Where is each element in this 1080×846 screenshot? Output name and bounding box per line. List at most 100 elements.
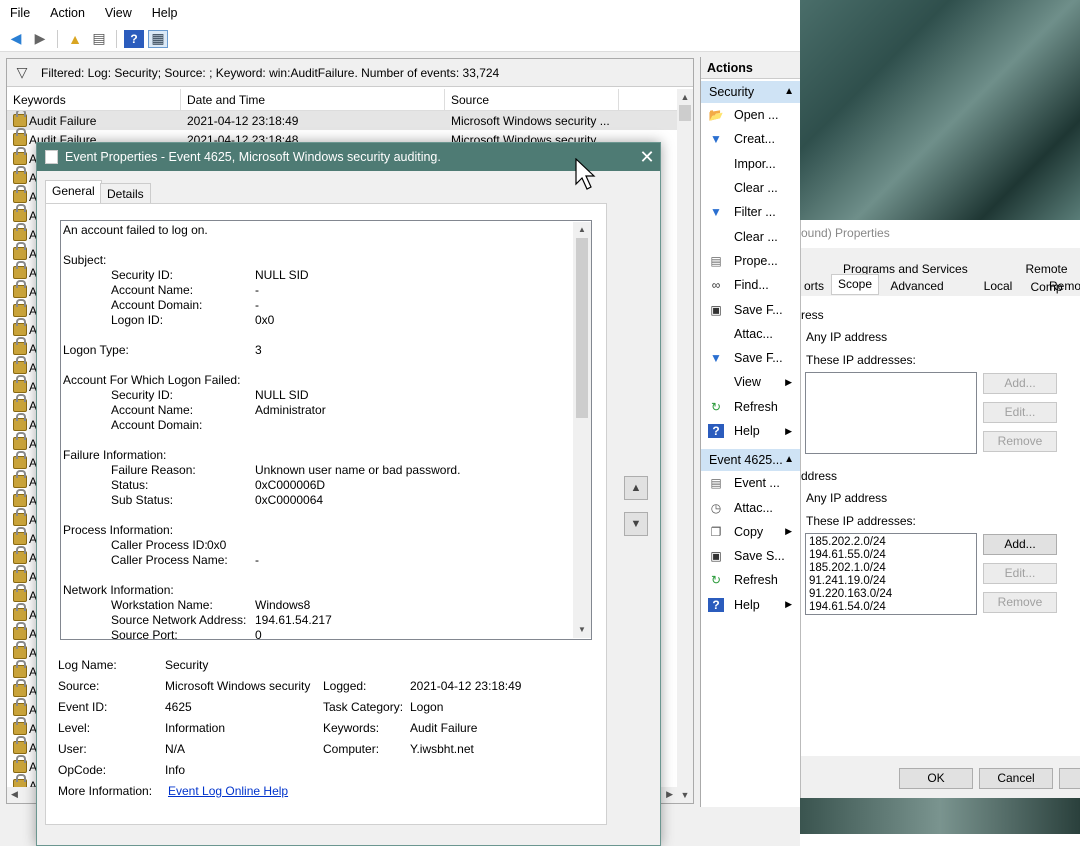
- level-label: Level:: [58, 721, 91, 735]
- action-label: Filter ...: [734, 205, 776, 220]
- scroll-thumb[interactable]: [576, 238, 588, 418]
- table-row[interactable]: Audit Failure 2021-04-12 23:18:49 Microsof…: [7, 111, 677, 130]
- column-keywords[interactable]: Keywords: [7, 89, 181, 110]
- ok-button[interactable]: OK: [899, 768, 973, 789]
- scroll-right-arrow-icon[interactable]: ▶: [666, 789, 673, 800]
- description-scrollbar[interactable]: ▲ ▼: [573, 222, 591, 638]
- action-item[interactable]: ▣ Save F...: [701, 297, 800, 321]
- scroll-down-arrow-icon[interactable]: ▼: [573, 622, 591, 638]
- tab-ports[interactable]: orts: [801, 277, 827, 295]
- remote-edit-button[interactable]: Edit...: [983, 563, 1057, 584]
- user-label: User:: [58, 742, 87, 756]
- remote-remove-button[interactable]: Remove: [983, 592, 1057, 613]
- collapse-arrow-icon[interactable]: ▲: [784, 449, 794, 471]
- action-item[interactable]: ▤ Prope...: [701, 249, 800, 273]
- action-item[interactable]: ↻ Refresh: [701, 568, 800, 592]
- remote-ip-group-label: ddress: [801, 469, 838, 483]
- remote-ip-item[interactable]: 185.202.1.0/24: [809, 562, 973, 575]
- column-source[interactable]: Source: [445, 89, 619, 110]
- remote-ip-item[interactable]: 194.61.54.0/24: [809, 601, 973, 614]
- event-log-online-help-link[interactable]: Event Log Online Help: [168, 784, 288, 798]
- action-item[interactable]: ? Help ▶: [701, 419, 800, 443]
- remote-ip-list[interactable]: 185.202.2.0/24 194.61.55.0/24 185.202.1.…: [805, 533, 977, 615]
- event-list-scrollbar[interactable]: ▲ ▼: [677, 89, 693, 803]
- desc-failure-heading: Failure Information:: [63, 448, 167, 462]
- these-ip-option-local[interactable]: These IP addresses:: [806, 353, 916, 367]
- remote-ip-item[interactable]: 194.61.55.0/24: [809, 549, 973, 562]
- action-item[interactable]: View ▶: [701, 370, 800, 394]
- cancel-button[interactable]: Cancel: [979, 768, 1053, 789]
- action-item[interactable]: ◷ Attac...: [701, 495, 800, 519]
- menu-action[interactable]: Action: [40, 0, 95, 26]
- any-ip-option-remote[interactable]: Any IP address: [806, 491, 887, 505]
- action-item[interactable]: ▼ Filter ...: [701, 200, 800, 224]
- action-item[interactable]: 📂 Open ...: [701, 103, 800, 127]
- collapse-arrow-icon[interactable]: ▲: [784, 81, 794, 103]
- forward-arrow-icon[interactable]: ▶: [30, 30, 50, 48]
- audit-failure-lock-icon: [13, 470, 27, 488]
- action-item[interactable]: ▣ Save S...: [701, 544, 800, 568]
- action-item[interactable]: Clear ...: [701, 224, 800, 248]
- action-item[interactable]: ▼ Save F...: [701, 346, 800, 370]
- actions-header: Actions: [701, 57, 800, 79]
- action-item[interactable]: ↻ Refresh: [701, 395, 800, 419]
- scroll-up-arrow-icon[interactable]: ▲: [677, 89, 693, 105]
- local-ip-list[interactable]: [805, 372, 977, 454]
- event-properties-dialog: Event Properties - Event 4625, Microsoft…: [36, 142, 661, 846]
- action-item[interactable]: ? Help ▶: [701, 593, 800, 617]
- show-hide-action-pane-icon[interactable]: ▦: [148, 29, 168, 48]
- tab-scope[interactable]: Scope: [831, 274, 879, 295]
- actions-section-security[interactable]: Security ▲: [701, 81, 800, 103]
- any-ip-option-local[interactable]: Any IP address: [806, 330, 887, 344]
- action-item[interactable]: ▼ Creat...: [701, 127, 800, 151]
- event-description-box[interactable]: An account failed to log on. Subject: Se…: [60, 220, 592, 640]
- local-remove-button[interactable]: Remove: [983, 431, 1057, 452]
- menu-file[interactable]: File: [0, 0, 40, 26]
- remote-add-button[interactable]: Add...: [983, 534, 1057, 555]
- tab-remote-computers[interactable]: Remote Comp: [1013, 260, 1080, 294]
- desc-subject-heading: Subject:: [63, 253, 107, 267]
- apply-button-partial[interactable]: [1059, 768, 1080, 789]
- next-event-down-arrow-icon[interactable]: ▼: [624, 512, 648, 536]
- tab-local-principals[interactable]: Local Principals: [957, 277, 1039, 311]
- show-hide-tree-icon[interactable]: ▤: [89, 30, 109, 48]
- menu-help[interactable]: Help: [142, 0, 188, 26]
- back-arrow-icon[interactable]: ◀: [6, 30, 26, 48]
- remote-ip-item[interactable]: 185.202.2.0/24: [809, 536, 973, 549]
- actions-section-event[interactable]: Event 4625... ▲: [701, 449, 800, 472]
- tab-details[interactable]: Details: [100, 183, 151, 205]
- action-item[interactable]: ▤ Event ...: [701, 471, 800, 495]
- action-item[interactable]: Impor...: [701, 152, 800, 176]
- action-item[interactable]: ❐ Copy ▶: [701, 520, 800, 544]
- desc-label: Account Name:: [111, 283, 194, 297]
- close-icon[interactable]: ✕: [633, 143, 661, 171]
- event-actions-list: ▤ Event ... ◷ Attac... ❐ Copy ▶ ▣ Save S... ↻ Refr…: [701, 471, 800, 617]
- log-name-value: Security: [165, 658, 209, 672]
- audit-failure-lock-icon: [13, 280, 27, 298]
- scroll-down-arrow-icon[interactable]: ▼: [677, 787, 693, 803]
- up-folder-icon[interactable]: ▲: [65, 30, 85, 48]
- action-item[interactable]: Clear ...: [701, 176, 800, 200]
- these-ip-option-remote[interactable]: These IP addresses:: [806, 514, 916, 528]
- tab-remote-users[interactable]: Remo: [1049, 277, 1080, 295]
- scroll-left-arrow-icon[interactable]: ◀: [11, 789, 18, 800]
- local-add-button[interactable]: Add...: [983, 373, 1057, 394]
- help-icon[interactable]: ?: [124, 29, 144, 48]
- column-date-time[interactable]: Date and Time: [181, 89, 445, 110]
- source-value: Microsoft Windows security: [165, 679, 311, 693]
- tab-general[interactable]: General: [45, 180, 102, 204]
- local-edit-button[interactable]: Edit...: [983, 402, 1057, 423]
- keywords-label: Keywords:: [323, 721, 380, 735]
- previous-event-up-arrow-icon[interactable]: ▲: [624, 476, 648, 500]
- audit-failure-lock-icon: [13, 489, 27, 507]
- scroll-thumb[interactable]: [679, 105, 691, 121]
- open-icon: 📂: [708, 108, 724, 123]
- menu-view[interactable]: View: [95, 0, 142, 26]
- action-item[interactable]: Attac...: [701, 322, 800, 346]
- scroll-up-arrow-icon[interactable]: ▲: [573, 222, 591, 238]
- remote-ip-item[interactable]: 91.241.19.0/24: [809, 575, 973, 588]
- remote-ip-item[interactable]: 91.220.163.0/24: [809, 588, 973, 601]
- action-item[interactable]: ∞ Find...: [701, 273, 800, 297]
- tab-advanced[interactable]: Advanced: [887, 277, 947, 295]
- audit-failure-lock-icon: [13, 147, 27, 165]
